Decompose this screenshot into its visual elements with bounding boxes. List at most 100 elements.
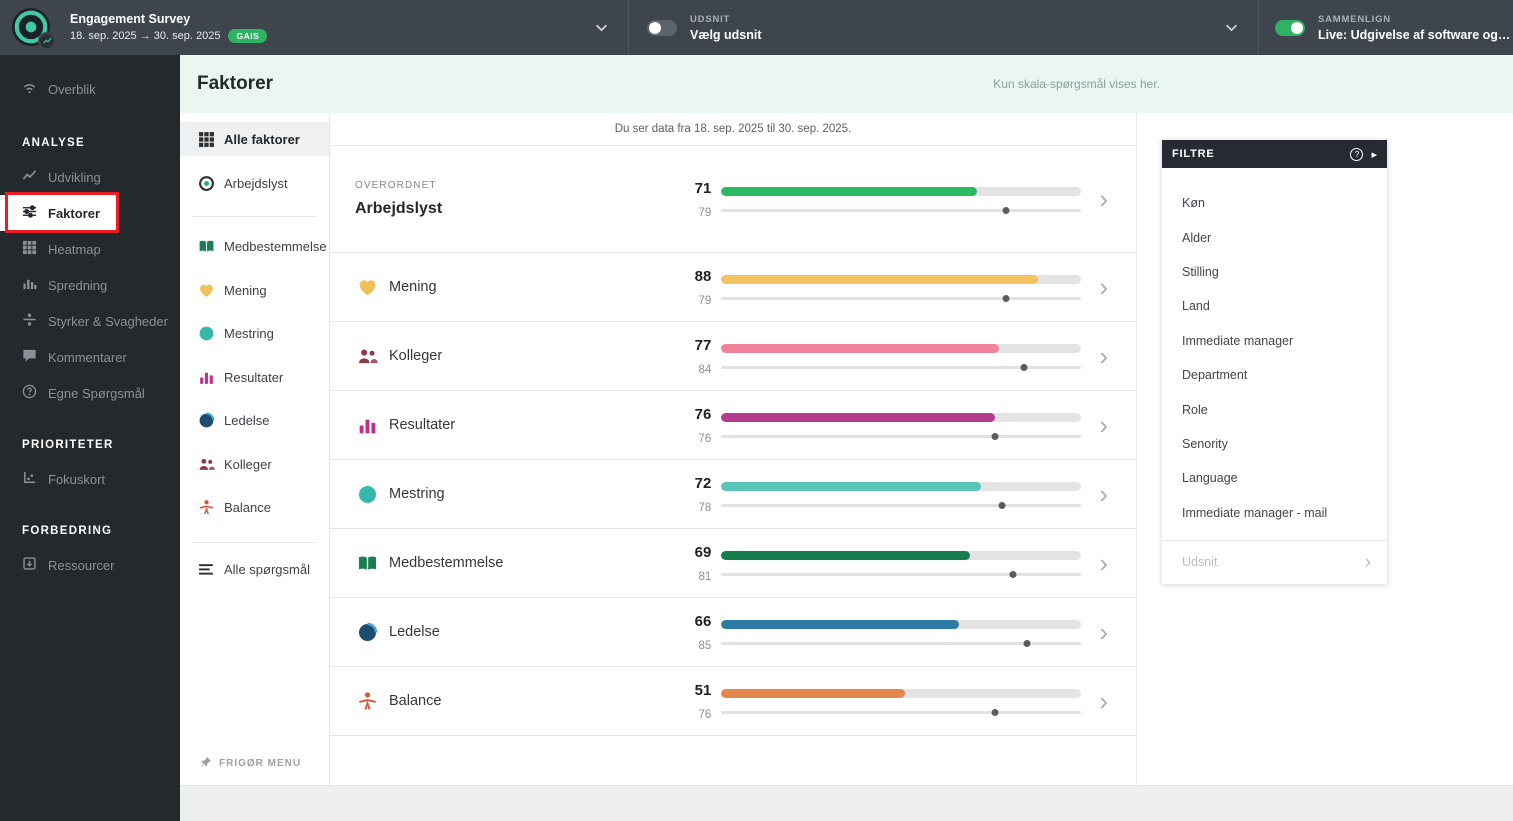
divider <box>192 216 317 217</box>
sidebar-section-prioriteter: PRIORITETER <box>22 439 114 451</box>
benchmark-value: 76 <box>698 708 712 721</box>
circle-icon <box>355 482 379 506</box>
benchmark-dot <box>991 432 999 440</box>
udsnit-toggle[interactable] <box>647 19 677 36</box>
release-menu-button[interactable]: FRIGØR MENU <box>200 756 301 771</box>
people-icon <box>197 455 215 473</box>
chevron-right-icon: › <box>1099 479 1108 509</box>
filter-item-immediate-manager[interactable]: Immediate manager <box>1162 324 1387 358</box>
bar-chart-icon <box>22 276 37 294</box>
signal-icon <box>22 80 37 98</box>
chevron-right-icon: › <box>1364 551 1371 573</box>
submenu-item-arbejdslyst[interactable]: Arbejdslyst <box>180 166 329 200</box>
chevron-right-icon: › <box>1099 686 1108 716</box>
sidebar-item-egne-sporgsmal[interactable]: Egne Spørgsmål <box>0 375 180 411</box>
factor-list: Du ser data fra 18. sep. 2025 til 30. se… <box>330 113 1137 785</box>
heart-icon <box>355 275 379 299</box>
submenu-item-alle-sporgsmal[interactable]: Alle spørgsmål <box>180 553 329 587</box>
submenu-item-alle-faktorer[interactable]: Alle faktorer <box>180 122 329 156</box>
benchmark-value: 85 <box>698 639 712 652</box>
survey-dates: 18. sep. 2025 → 30. sep. 2025 <box>70 30 221 42</box>
submenu-item-mestring[interactable]: Mestring <box>180 312 329 356</box>
sidebar-item-fokuskort[interactable]: Fokuskort <box>0 461 180 497</box>
benchmark-dot <box>998 501 1006 509</box>
factor-name: Medbestemmelse <box>389 555 504 571</box>
sidebar-item-spredning[interactable]: Spredning <box>0 267 180 303</box>
sidebar-item-kommentarer[interactable]: Kommentarer <box>0 339 180 375</box>
sidebar-item-overblik[interactable]: Overblik <box>0 71 180 107</box>
factor-row-medbestemmelse[interactable]: Medbestemmelse 69 81 › <box>330 529 1136 598</box>
sidebar-item-faktorer[interactable]: Faktorer <box>0 195 118 231</box>
sidebar-item-udvikling[interactable]: Udvikling <box>0 159 180 195</box>
factor-name: Mestring <box>389 486 445 502</box>
filter-item-alder[interactable]: Alder <box>1162 220 1387 254</box>
submenu-item-mening[interactable]: Mening <box>180 269 329 313</box>
person-icon <box>197 499 215 517</box>
circle-icon <box>197 412 215 430</box>
factor-row-resultater[interactable]: Resultater 76 76 › <box>330 391 1136 460</box>
chevron-down-icon[interactable] <box>595 23 608 32</box>
factor-name: Mening <box>389 279 437 295</box>
book-icon <box>355 551 379 575</box>
factor-row-kolleger[interactable]: Kolleger 77 84 › <box>330 322 1136 391</box>
filter-udsnit-item[interactable]: Udsnit › <box>1162 539 1387 584</box>
chart-badge-icon <box>38 31 56 50</box>
axis-dots-icon <box>22 470 37 488</box>
benchmark-dot <box>1002 294 1010 302</box>
question-icon <box>22 384 37 402</box>
factor-score: 66 <box>694 612 712 630</box>
score-bar <box>721 688 1082 716</box>
overall-label: OVERORDNET <box>355 180 437 191</box>
submenu-item-kolleger[interactable]: Kolleger <box>180 443 329 487</box>
filter-item-immediate-manager-mail[interactable]: Immediate manager - mail <box>1162 496 1387 530</box>
factor-score: 88 <box>694 267 712 285</box>
filter-item-senority[interactable]: Senority <box>1162 427 1387 461</box>
factor-row-arbejdslyst[interactable]: OVERORDNET Arbejdslyst 71 79 › <box>330 146 1136 253</box>
chevron-right-icon: › <box>1099 548 1108 578</box>
factor-row-mestring[interactable]: Mestring 72 78 › <box>330 460 1136 529</box>
page-title: Faktorer <box>197 73 274 94</box>
sammenlign-toggle[interactable] <box>1275 19 1305 36</box>
factor-name: Balance <box>389 693 442 709</box>
filter-item-stilling[interactable]: Stilling <box>1162 255 1387 289</box>
submenu-item-resultater[interactable]: Resultater <box>180 356 329 400</box>
chevron-right-icon: › <box>1099 272 1108 302</box>
chevron-down-icon[interactable] <box>1225 23 1238 32</box>
score-bar <box>721 343 1082 371</box>
survey-selector[interactable]: Engagement Survey 18. sep. 2025 → 30. se… <box>0 0 628 55</box>
factor-row-ledelse[interactable]: Ledelse 66 85 › <box>330 598 1136 667</box>
benchmark-dot <box>1020 363 1028 371</box>
sidebar-item-heatmap[interactable]: Heatmap <box>0 231 180 267</box>
filter-item-language[interactable]: Language <box>1162 461 1387 495</box>
score-bar <box>721 550 1082 578</box>
sidebar-item-ressourcer[interactable]: Ressourcer <box>0 547 180 583</box>
sammenlign-value: Live: Udgivelse af software og computer.… <box>1318 27 1513 42</box>
help-icon[interactable]: ? <box>1350 147 1364 161</box>
factor-name: Resultater <box>389 417 456 433</box>
collapse-arrow-icon[interactable]: ▸ <box>1371 148 1377 161</box>
sammenlign-selector[interactable]: SAMMENLIGN Live: Udgivelse af software o… <box>1258 0 1513 55</box>
factor-row-mening[interactable]: Mening 88 79 › <box>330 253 1136 322</box>
sidebar-item-styrker-svagheder[interactable]: Styrker & Svagheder <box>0 303 180 339</box>
chevron-right-icon: › <box>1099 617 1108 647</box>
book-icon <box>197 238 215 256</box>
submenu-item-ledelse[interactable]: Ledelse <box>180 399 329 443</box>
benchmark-value: 84 <box>698 363 712 376</box>
sammenlign-label: SAMMENLIGN <box>1318 13 1391 25</box>
benchmark-dot <box>1002 206 1010 214</box>
benchmark-value: 78 <box>698 501 712 514</box>
udsnit-value: Vælg udsnit <box>690 27 762 42</box>
factor-row-balance[interactable]: Balance 51 76 › <box>330 667 1136 736</box>
udsnit-selector[interactable]: UDSNIT Vælg udsnit <box>628 0 1258 55</box>
submenu-item-medbestemmelse[interactable]: Medbestemmelse <box>180 225 329 269</box>
factor-submenu: Alle faktorer Arbejdslyst Medbestemmelse… <box>180 113 330 785</box>
gais-badge: GAIS <box>228 29 268 43</box>
submenu-item-balance[interactable]: Balance <box>180 486 329 530</box>
filter-item-role[interactable]: Role <box>1162 392 1387 426</box>
filter-panel-header: FILTRE ? ▸ <box>1162 140 1387 168</box>
divide-icon <box>22 312 37 330</box>
pin-icon <box>200 756 212 771</box>
filter-item-land[interactable]: Land <box>1162 289 1387 323</box>
filter-item-department[interactable]: Department <box>1162 358 1387 392</box>
filter-item-kon[interactable]: Køn <box>1162 186 1387 220</box>
